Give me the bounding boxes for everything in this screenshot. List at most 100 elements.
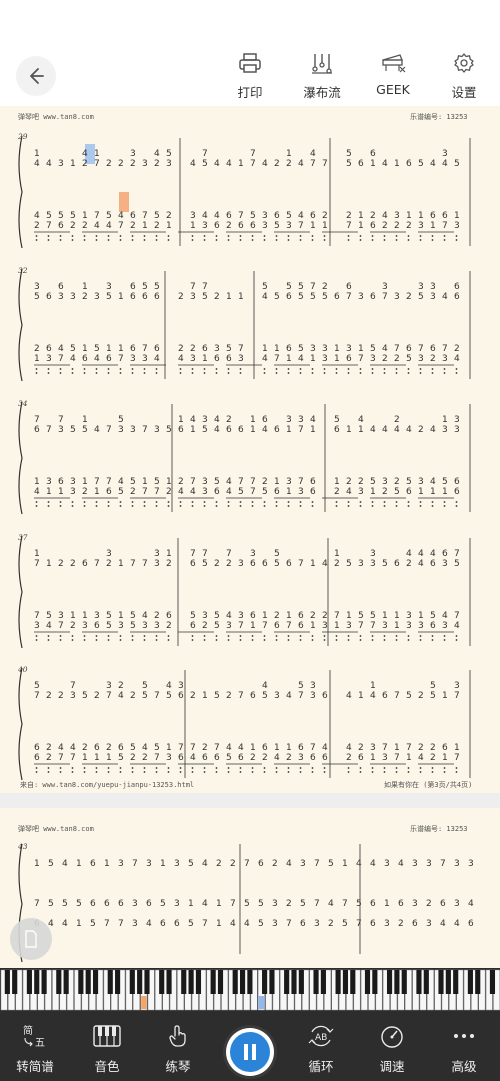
note-digit: 5 (418, 159, 424, 169)
note-digit: 1 (190, 425, 196, 435)
settings-button[interactable]: 设置 (434, 52, 494, 101)
note-digit: 3 (118, 621, 124, 631)
octave-dot (407, 239, 410, 241)
note-digit: 4 (430, 549, 436, 559)
octave-dot (275, 368, 278, 370)
octave-dot (131, 501, 134, 503)
octave-dot (119, 239, 122, 241)
note-digit: 1 (418, 611, 424, 621)
octave-dot (431, 639, 434, 641)
octave-dot (263, 771, 266, 773)
note-digit: 4 (274, 753, 280, 763)
note-digit: 6 (238, 753, 244, 763)
note-digit: 1 (250, 425, 256, 435)
octave-dot (227, 372, 230, 374)
note-digit: 5 (262, 282, 268, 292)
octave-dot (167, 635, 170, 637)
note-digit: 3 (272, 919, 278, 929)
black-key (159, 970, 165, 994)
note-digit: 7 (190, 549, 196, 559)
document-button[interactable] (10, 918, 52, 960)
note-digit: 4 (298, 159, 304, 169)
note-digit: 5 (430, 691, 436, 701)
note-digit: 3 (226, 621, 232, 631)
note-digit: 7 (118, 221, 124, 231)
note-digit: 6 (226, 354, 232, 364)
note-digit: 1 (370, 487, 376, 497)
note-digit: 7 (358, 354, 364, 364)
note-digit: 3 (130, 425, 136, 435)
note-digit: 1 (334, 354, 340, 364)
note-digit: 1 (160, 859, 166, 869)
pause-button[interactable] (226, 1028, 274, 1076)
loop-button[interactable]: AB 循环 (293, 1024, 349, 1075)
note-digit: 6 (310, 487, 316, 497)
simplify-button[interactable]: 简 五 转简谱 (7, 1024, 63, 1075)
note-digit: 3 (314, 919, 320, 929)
note-digit: 1 (76, 919, 82, 929)
note-digit: 5 (106, 292, 112, 302)
note-digit: 2 (226, 415, 232, 425)
note-digit: 3 (298, 415, 304, 425)
note-digit: 6 (160, 919, 166, 929)
note-digit: 5 (76, 899, 82, 909)
octave-dot (299, 501, 302, 503)
back-button[interactable] (16, 56, 56, 96)
octave-dot (335, 505, 338, 507)
note-digit: 5 (34, 292, 40, 302)
note-digit: 6 (190, 559, 196, 569)
piano-keyboard[interactable] (0, 968, 500, 1012)
octave-dot (395, 505, 398, 507)
note-digit: 2 (202, 743, 208, 753)
octave-dot (227, 771, 230, 773)
octave-dot (83, 372, 86, 374)
octave-dot (119, 635, 122, 637)
staff-brace (18, 535, 23, 649)
note-digit: 7 (310, 282, 316, 292)
advanced-button[interactable]: 高级 (436, 1024, 492, 1075)
note-digit: 7 (58, 415, 64, 425)
octave-dot (131, 368, 134, 370)
octave-dot (407, 639, 410, 641)
note-digit: 2 (46, 691, 52, 701)
note-digit: 4 (46, 621, 52, 631)
keyboard-icon (93, 1025, 121, 1047)
tone-button[interactable]: 音色 (79, 1024, 135, 1075)
octave-dot (203, 368, 206, 370)
note-digit: 6 (250, 559, 256, 569)
note-digit: 1 (406, 753, 412, 763)
octave-dot (191, 501, 194, 503)
geek-button[interactable]: GEEK (363, 52, 423, 97)
note-digit: 6 (274, 211, 280, 221)
note-digit: 6 (454, 282, 460, 292)
note-digit: 3 (346, 344, 352, 354)
note-digit: 1 (106, 344, 112, 354)
octave-dot (35, 635, 38, 637)
octave-dot (83, 239, 86, 241)
octave-dot (359, 771, 362, 773)
octave-dot (59, 639, 62, 641)
note-digit: 4 (430, 159, 436, 169)
note-digit: 6 (406, 344, 412, 354)
note-digit: 5 (454, 159, 460, 169)
note-digit: 1 (94, 753, 100, 763)
octave-dot (107, 368, 110, 370)
print-button[interactable]: 打印 (220, 52, 280, 101)
black-key (107, 970, 113, 994)
speed-button[interactable]: 调速 (364, 1024, 420, 1075)
note-digit: 3 (286, 477, 292, 487)
note-digit: 1 (58, 487, 64, 497)
octave-dot (359, 635, 362, 637)
note-digit: 7 (394, 691, 400, 701)
note-digit: 7 (310, 159, 316, 169)
black-key (34, 970, 40, 994)
octave-dot (215, 505, 218, 507)
note-digit: 3 (274, 691, 280, 701)
practice-button[interactable]: 练琴 (150, 1024, 206, 1075)
note-digit: 5 (142, 691, 148, 701)
note-digit: 7 (202, 919, 208, 929)
note-digit: 7 (154, 487, 160, 497)
note-digit: 3 (178, 681, 184, 691)
note-digit: 6 (142, 292, 148, 302)
waterfall-button[interactable]: 瀑布流 (292, 52, 352, 101)
